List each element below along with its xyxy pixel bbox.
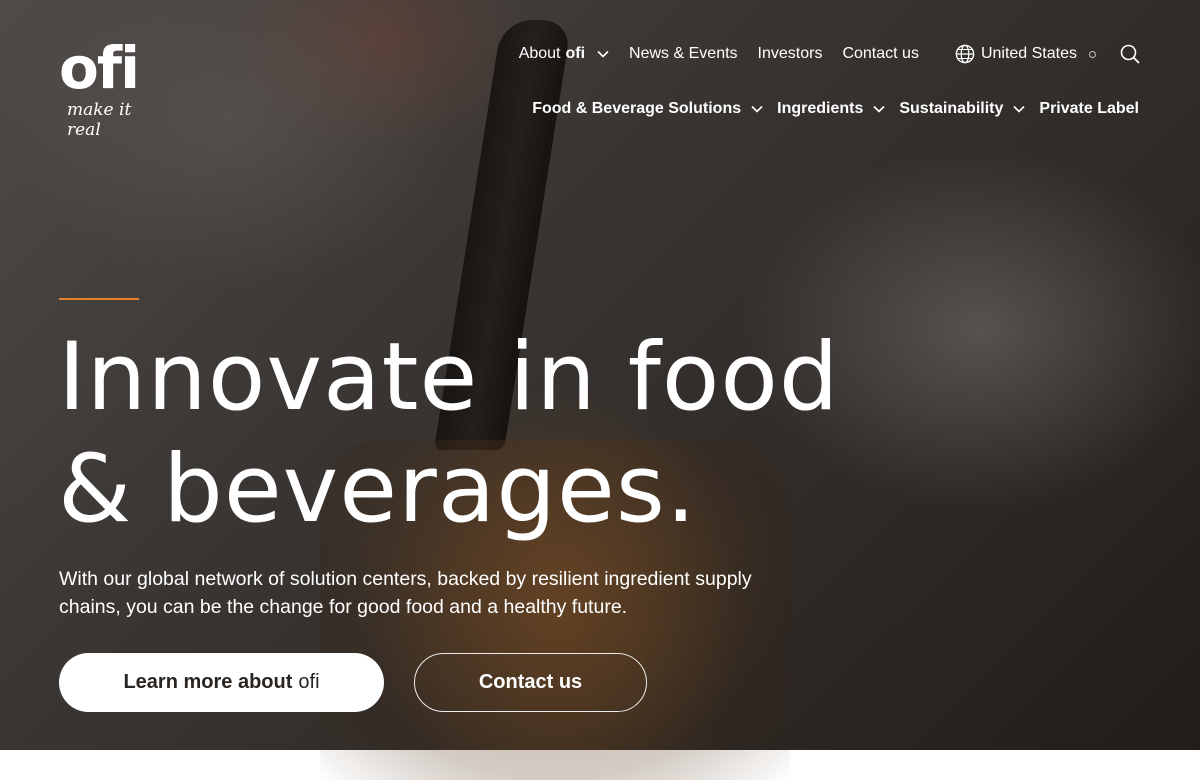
learn-more-about-ofi-button[interactable]: Learn more about ofi [59, 653, 384, 712]
region-label: United States [980, 45, 1077, 62]
nav-food-beverage-solutions[interactable]: Food & Beverage Solutions [532, 100, 763, 118]
nav-private-label[interactable]: Private Label [1039, 100, 1139, 118]
region-indicator-icon [1089, 50, 1096, 58]
nav-item-label: Ingredients [777, 100, 864, 117]
nav-item-label: Private Label [1039, 100, 1139, 117]
chevron-down-icon [873, 105, 885, 113]
chevron-down-icon [751, 105, 763, 113]
ofi-logo[interactable]: ofi make it real [59, 34, 161, 140]
search-icon[interactable] [1120, 44, 1140, 64]
contact-us-button[interactable]: Contact us [414, 653, 647, 712]
utility-nav: About ofi News & Events Investors Contac… [519, 42, 1140, 66]
chevron-down-icon [1013, 105, 1025, 113]
learn-more-label: Learn more about [123, 671, 293, 693]
logo-tagline: make it real [67, 100, 132, 140]
globe-icon [955, 44, 975, 64]
logo-mark: ofi [59, 34, 140, 102]
nav-news-events[interactable]: News & Events [629, 45, 737, 63]
main-nav: Food & Beverage Solutions Ingredients Su… [532, 100, 1139, 118]
hero-subtext: With our global network of solution cent… [59, 568, 752, 618]
region-selector[interactable]: United States [955, 44, 1096, 64]
nav-about-brand: ofi [565, 45, 586, 62]
nav-contact-us[interactable]: Contact us [842, 45, 918, 63]
nav-item-label: Food & Beverage Solutions [532, 100, 742, 117]
nav-about-label: About [518, 45, 561, 62]
hero-headline-line-2: & beverages. [58, 435, 697, 544]
nav-investors[interactable]: Investors [758, 45, 823, 63]
nav-sustainability[interactable]: Sustainability [899, 100, 1025, 118]
hero-headline: Innovate in food & beverages. [58, 322, 918, 546]
learn-more-brand: ofi [298, 671, 320, 693]
chevron-down-icon [597, 50, 609, 58]
nav-item-label: Sustainability [899, 100, 1004, 117]
headline-accent-line [59, 298, 139, 300]
contact-us-label: Contact us [478, 671, 583, 693]
hero-headline-line-1: Innovate in food [58, 323, 840, 432]
nav-ingredients[interactable]: Ingredients [777, 100, 885, 118]
nav-about-ofi[interactable]: About ofi [519, 45, 609, 63]
